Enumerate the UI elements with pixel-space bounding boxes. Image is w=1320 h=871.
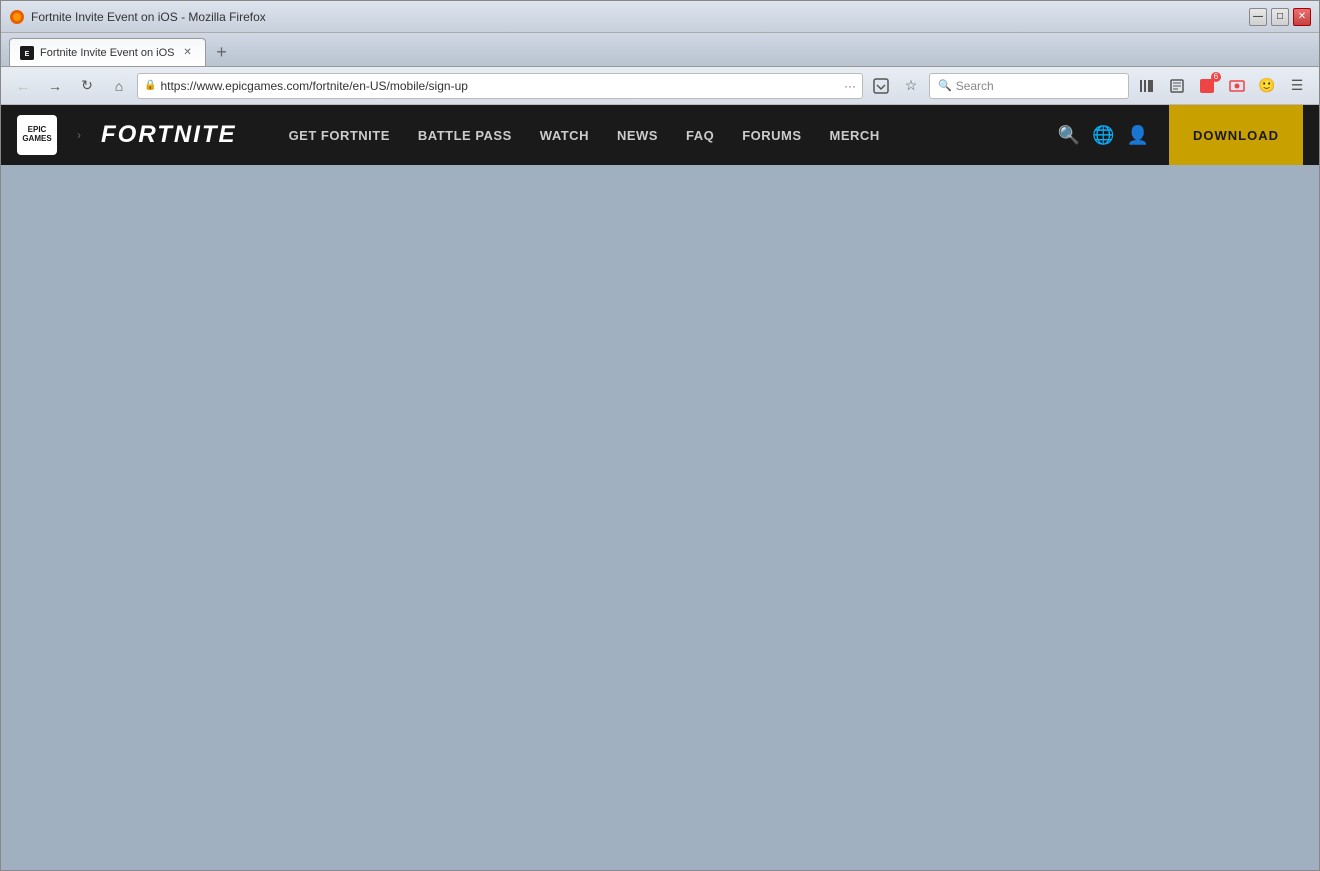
site-nav: GET FORTNITE BATTLE PASS WATCH NEWS FAQ … xyxy=(277,120,1038,151)
tab-favicon: E xyxy=(20,46,34,60)
header-chevron-icon: › xyxy=(77,128,81,142)
tab-label: Fortnite Invite Event on iOS xyxy=(40,47,175,59)
nav-watch[interactable]: WATCH xyxy=(528,120,601,151)
nav-get-fortnite[interactable]: GET FORTNITE xyxy=(277,120,402,151)
header-icons: 🔍 🌐 👤 xyxy=(1058,125,1149,146)
tab-bar: E Fortnite Invite Event on iOS ✕ + xyxy=(1,33,1319,67)
nav-news[interactable]: NEWS xyxy=(605,120,670,151)
notification-icon[interactable]: 6 xyxy=(1193,72,1221,100)
back-button[interactable]: ← xyxy=(9,72,37,100)
search-bar[interactable]: 🔍 Search xyxy=(929,73,1129,99)
url-bar[interactable]: 🔒 https://www.epicgames.com/fortnite/en-… xyxy=(137,73,863,99)
nav-merch[interactable]: MERCH xyxy=(818,120,892,151)
lock-icon: 🔒 xyxy=(144,80,156,91)
forward-button[interactable]: → xyxy=(41,72,69,100)
screenshot-icon[interactable] xyxy=(1223,72,1251,100)
browser-favicon xyxy=(9,9,25,25)
minimize-button[interactable]: — xyxy=(1249,8,1267,26)
url-options-icon[interactable]: ··· xyxy=(844,79,856,93)
close-button[interactable]: ✕ xyxy=(1293,8,1311,26)
nav-faq[interactable]: FAQ xyxy=(674,120,726,151)
tab-close-button[interactable]: ✕ xyxy=(181,46,195,60)
site-container: EPIC GAMES › FORTNITE GET FORTNITE BATTL… xyxy=(1,105,1319,870)
window-title: Fortnite Invite Event on iOS - Mozilla F… xyxy=(31,10,1243,24)
home-button[interactable]: ⌂ xyxy=(105,72,133,100)
reload-button[interactable]: ↻ xyxy=(73,72,101,100)
svg-text:E: E xyxy=(25,51,30,58)
epic-games-logo: EPIC GAMES xyxy=(17,115,57,155)
fortnite-logo: FORTNITE xyxy=(101,121,237,149)
reader-icon[interactable] xyxy=(1163,72,1191,100)
search-icon: 🔍 xyxy=(938,79,952,92)
account-icon[interactable]: 👤 xyxy=(1127,125,1149,146)
search-text: Search xyxy=(956,79,994,93)
bookmark-icon[interactable]: ☆ xyxy=(897,72,925,100)
epic-logo-text: EPIC GAMES xyxy=(22,126,51,144)
site-header: EPIC GAMES › FORTNITE GET FORTNITE BATTL… xyxy=(1,105,1319,165)
nav-forums[interactable]: FORUMS xyxy=(730,120,813,151)
new-tab-button[interactable]: + xyxy=(208,38,236,66)
browser-window: Fortnite Invite Event on iOS - Mozilla F… xyxy=(0,0,1320,871)
nav-icons: ☆ xyxy=(867,72,925,100)
window-controls: — □ ✕ xyxy=(1249,8,1311,26)
url-text: https://www.epicgames.com/fortnite/en-US… xyxy=(160,79,840,93)
language-icon[interactable]: 🌐 xyxy=(1092,125,1114,146)
nav-bar: ← → ↻ ⌂ 🔒 https://www.epicgames.com/fort… xyxy=(1,67,1319,105)
extra-nav-icons: 6 🙂 ☰ xyxy=(1133,72,1311,100)
emoji-icon[interactable]: 🙂 xyxy=(1253,72,1281,100)
library-icon[interactable] xyxy=(1133,72,1161,100)
pocket-icon[interactable] xyxy=(867,72,895,100)
nav-battle-pass[interactable]: BATTLE PASS xyxy=(406,120,524,151)
menu-icon[interactable]: ☰ xyxy=(1283,72,1311,100)
title-bar: Fortnite Invite Event on iOS - Mozilla F… xyxy=(1,1,1319,33)
active-tab[interactable]: E Fortnite Invite Event on iOS ✕ xyxy=(9,38,206,66)
search-header-icon[interactable]: 🔍 xyxy=(1058,125,1080,146)
download-button[interactable]: DOWNLOAD xyxy=(1169,105,1303,165)
maximize-button[interactable]: □ xyxy=(1271,8,1289,26)
